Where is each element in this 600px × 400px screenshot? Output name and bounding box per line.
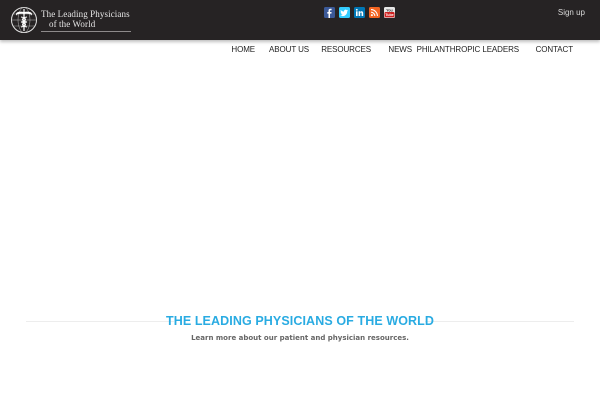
- nav-item-contact[interactable]: CONTACT: [536, 45, 573, 54]
- hero-title: THE LEADING PHYSICIANS OF THE WORLD: [165, 314, 435, 328]
- twitter-icon: [339, 7, 350, 18]
- caduceus-globe-icon: [11, 7, 37, 33]
- site-logo[interactable]: The Leading Physicians of the World: [10, 6, 131, 34]
- youtube-icon: You Tube: [384, 7, 395, 18]
- facebook-link[interactable]: [324, 7, 335, 18]
- logo-text-line1: The Leading Physicians: [41, 9, 130, 19]
- logo-underline: [41, 31, 131, 32]
- svg-text:Tube: Tube: [385, 13, 393, 17]
- twitter-link[interactable]: [339, 7, 350, 18]
- linkedin-icon: [354, 7, 365, 18]
- svg-text:You: You: [386, 8, 393, 12]
- social-links: You Tube: [324, 7, 395, 18]
- linkedin-link[interactable]: [354, 7, 365, 18]
- logo-wordmark: The Leading Physicians of the World: [41, 9, 131, 29]
- rss-link[interactable]: [369, 7, 380, 18]
- logo-text-line2: of the World: [49, 19, 96, 29]
- top-bar: The Leading Physicians of the World You …: [0, 0, 600, 40]
- nav-item-home[interactable]: HOME: [231, 45, 255, 54]
- nav-item-news[interactable]: NEWS: [388, 45, 412, 54]
- sign-up-link[interactable]: Sign up: [558, 8, 585, 17]
- nav-item-about-us[interactable]: ABOUT US: [269, 45, 309, 54]
- rss-icon: [369, 7, 380, 18]
- youtube-link[interactable]: You Tube: [384, 7, 395, 18]
- nav-item-resources[interactable]: RESOURCES: [321, 45, 371, 54]
- hero-subtitle: Learn more about our patient and physici…: [191, 334, 409, 342]
- nav-item-philanthropic-leaders[interactable]: PHILANTHROPIC LEADERS: [417, 45, 519, 54]
- facebook-icon: [324, 7, 335, 18]
